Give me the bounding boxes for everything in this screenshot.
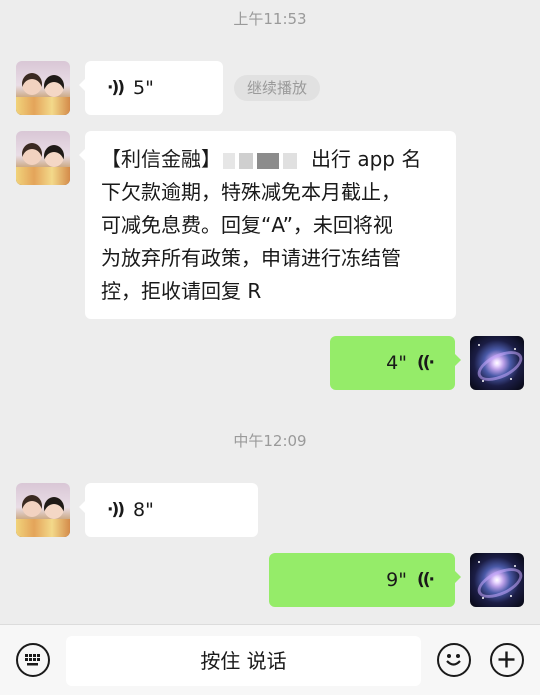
message-line: 为放弃所有政策，申请进行冻结管 xyxy=(101,246,401,270)
keyboard-icon[interactable] xyxy=(16,643,50,677)
message-line: 控，拒收请回复 R xyxy=(101,279,262,303)
timestamp: 中午12:09 xyxy=(233,432,307,450)
message-line: 【利信金融】 出行 app 名 xyxy=(101,143,442,176)
plus-icon[interactable] xyxy=(490,643,524,677)
redaction-mark xyxy=(223,152,235,169)
voice-duration: 4" xyxy=(386,352,407,374)
voice-wave-right-icon: ((· xyxy=(417,353,435,373)
contact-avatar[interactable] xyxy=(16,61,70,115)
redaction-mark xyxy=(239,152,253,169)
voice-wave-right-icon: ((· xyxy=(417,570,435,590)
voice-duration: 8" xyxy=(133,499,154,521)
chat-input-bar: 按住 说话 xyxy=(0,624,540,695)
continue-play-button[interactable]: 继续播放 xyxy=(234,75,320,101)
voice-wave-left-icon: ·)) xyxy=(107,78,125,98)
message-sender-prefix: 【利信金融】 xyxy=(101,147,221,171)
text-message-bubble[interactable]: 【利信金融】 出行 app 名 下欠款逾期，特殊减免本月截止， 可减免息费。回复“… xyxy=(79,131,456,319)
contact-avatar[interactable] xyxy=(16,131,70,185)
timestamp: 上午11:53 xyxy=(233,10,307,28)
voice-wave-left-icon: ·)) xyxy=(107,500,125,520)
voice-duration: 5" xyxy=(133,77,154,99)
redaction-mark xyxy=(283,152,297,169)
message-line: 下欠款逾期，特殊减免本月截止， xyxy=(101,180,401,204)
voice-message-bubble[interactable]: 4" ((· xyxy=(330,336,461,390)
voice-message-bubble[interactable]: ·)) 8" xyxy=(79,483,258,537)
message-sender-suffix: 出行 app 名 xyxy=(311,147,422,171)
message-line: 可减免息费。回复“A”，未回将视 xyxy=(101,213,393,237)
my-avatar[interactable] xyxy=(470,553,524,607)
my-avatar[interactable] xyxy=(470,336,524,390)
contact-avatar[interactable] xyxy=(16,483,70,537)
voice-message-bubble[interactable]: ·)) 5" xyxy=(79,61,223,115)
voice-duration: 9" xyxy=(386,569,407,591)
voice-message-bubble[interactable]: 9" ((· xyxy=(269,553,461,607)
redaction-mark xyxy=(257,152,279,169)
hold-to-talk-button[interactable]: 按住 说话 xyxy=(66,636,421,686)
emoji-icon[interactable] xyxy=(437,643,471,677)
